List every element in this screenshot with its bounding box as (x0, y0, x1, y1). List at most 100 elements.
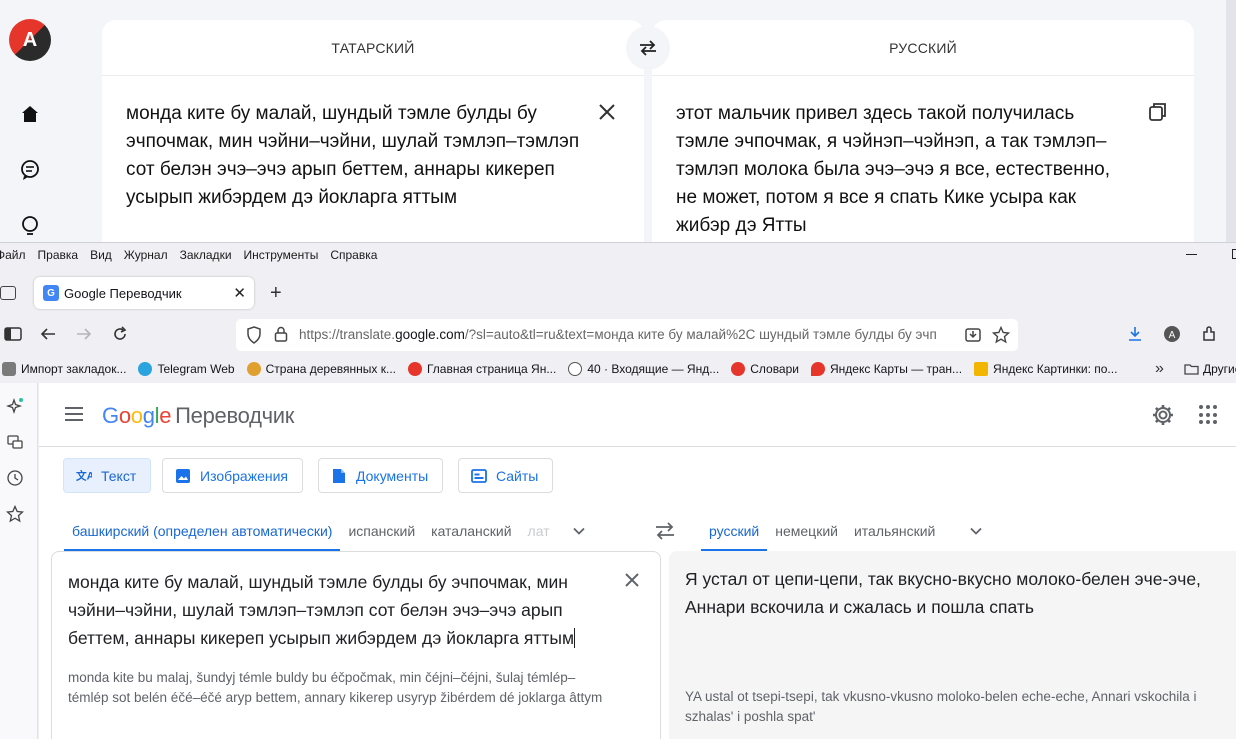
menu-help[interactable]: Справка (330, 248, 377, 262)
yandex-icon (731, 362, 746, 376)
translation-text[interactable]: Я устал от цепи-цепи, так вкусно-вкусно … (685, 565, 1225, 621)
clear-source-text-icon[interactable] (623, 571, 641, 589)
history-clock-icon[interactable] (6, 469, 24, 487)
yandex-target-language[interactable]: РУССКИЙ (652, 20, 1194, 76)
yandex-target-text: этот мальчик привел здесь такой получила… (676, 103, 1111, 236)
other-bookmarks-folder[interactable]: Другие (1184, 362, 1236, 376)
google-translate-logo[interactable]: Google Переводчик (102, 403, 294, 429)
map-pin-icon (811, 362, 825, 376)
swap-languages-icon[interactable] (653, 519, 677, 543)
menu-history[interactable]: Журнал (124, 248, 168, 262)
yandex-icon (407, 362, 422, 376)
menu-tools[interactable]: Инструменты (244, 248, 319, 262)
bookmark-import[interactable]: Импорт закладок... (2, 362, 126, 376)
bookmark-star-icon[interactable] (992, 326, 1010, 344)
yandex-translate-logo-icon[interactable]: A (9, 19, 51, 61)
mode-documents-button[interactable]: Документы (318, 458, 444, 493)
maximize-window-button[interactable] (1232, 249, 1236, 259)
bookmark-yandex-maps[interactable]: Яндекс Карты — тран... (811, 362, 962, 376)
page-action-icon[interactable] (964, 326, 982, 344)
yandex-source-text[interactable]: монда ките бу малай, шундый тэмле булды … (126, 100, 580, 212)
target-more-languages-chevron-down-icon[interactable] (969, 524, 983, 538)
menu-bar: Файл Правка Вид Журнал Закладки Инструме… (0, 243, 1236, 267)
source-more-languages-chevron-down-icon[interactable] (572, 524, 586, 538)
bookmark-dictionaries[interactable]: Словари (731, 362, 799, 376)
yandex-sidebar: A (0, 0, 62, 242)
tab-google-translate[interactable]: G Google Переводчик ✕ (34, 277, 254, 309)
bookmark-wooden-country[interactable]: Страна деревянных к... (246, 362, 396, 376)
menu-edit[interactable]: Правка (38, 248, 79, 262)
document-icon (331, 468, 347, 484)
google-wordmark: Google (102, 403, 172, 428)
translation-output-area: Я устал от цепи-цепи, так вкусно-вкусно … (669, 551, 1236, 739)
source-text-input[interactable]: монда ките бу малай, шундый тэмле булды … (68, 568, 608, 652)
product-name: Переводчик (175, 403, 295, 428)
site-favicon-icon (246, 362, 261, 376)
tab-overview-icon[interactable] (0, 286, 16, 300)
yandex-copy-icon[interactable] (1147, 101, 1169, 123)
downloads-icon[interactable] (1124, 323, 1146, 345)
sidebar-toggle-icon[interactable] (2, 323, 24, 345)
chat-icon[interactable] (18, 158, 42, 182)
menu-view[interactable]: Вид (90, 248, 112, 262)
target-language-bar: русский немецкий итальянский (700, 511, 983, 551)
minimize-window-button[interactable] (1186, 254, 1197, 255)
main-menu-icon[interactable] (65, 407, 83, 421)
bookmark-telegram[interactable]: Telegram Web (138, 362, 235, 376)
forward-icon[interactable] (73, 323, 95, 345)
yandex-clear-icon[interactable] (596, 101, 618, 123)
tab-bar: G Google Переводчик ✕ + (0, 273, 1236, 313)
bookmark-yandex-images[interactable]: Яндекс Картинки: по... (974, 362, 1117, 376)
tracking-protection-shield-icon[interactable] (246, 326, 262, 344)
source-lang-detected[interactable]: башкирский (определен автоматически) (63, 511, 341, 551)
gt-header: Google Переводчик (39, 383, 1236, 447)
lightbulb-icon[interactable] (18, 214, 42, 238)
website-icon (471, 468, 487, 484)
bookmark-yandex-mail[interactable]: 40 · Входящие — Янд... (568, 362, 719, 376)
source-lang-catalan[interactable]: каталанский (431, 511, 511, 551)
reload-icon[interactable] (109, 323, 131, 345)
firefox-window: Файл Правка Вид Журнал Закладки Инструме… (0, 242, 1236, 739)
tab-title: Google Переводчик (64, 285, 182, 301)
bookmark-yandex-home[interactable]: Главная страница Ян... (407, 362, 556, 376)
lock-icon[interactable] (274, 326, 288, 342)
mode-text-button[interactable]: 文A Текст (63, 458, 152, 493)
google-apps-icon[interactable] (1199, 405, 1219, 425)
firefox-sidebar (0, 383, 38, 739)
mode-websites-button[interactable]: Сайты (458, 458, 554, 493)
synced-tabs-icon[interactable] (6, 433, 24, 451)
more-bookmarks-icon[interactable]: » (1155, 360, 1164, 378)
yandex-source-panel: ТАТАРСКИЙ монда ките бу малай, шундый тэ… (102, 20, 644, 242)
menu-bookmarks[interactable]: Закладки (180, 248, 232, 262)
new-tab-icon[interactable]: + (270, 283, 282, 303)
source-lang-spanish[interactable]: испанский (348, 511, 415, 551)
account-avatar-icon[interactable]: A (1161, 323, 1183, 345)
back-icon[interactable] (37, 323, 59, 345)
target-lang-italian[interactable]: итальянский (854, 511, 935, 551)
bookmarks-star-icon[interactable] (6, 505, 24, 523)
source-lang-latin[interactable]: лат (528, 511, 550, 551)
translate-icon: 文A (76, 468, 92, 484)
url-bar[interactable]: https://translate.google.com/?sl=auto&tl… (236, 319, 1018, 351)
folder-icon (1184, 364, 1199, 375)
mode-images-button[interactable]: Изображения (162, 458, 303, 493)
telegram-icon (138, 362, 153, 376)
yandex-scrollbar[interactable] (1226, 0, 1236, 242)
source-text-area[interactable]: монда ките бу малай, шундый тэмле булды … (51, 551, 661, 739)
target-lang-russian[interactable]: русский (700, 511, 768, 551)
menu-file[interactable]: Файл (0, 248, 26, 262)
bookmarks-toolbar: Импорт закладок... Telegram Web Страна д… (0, 357, 1236, 381)
yandex-swap-languages-icon[interactable] (626, 26, 670, 70)
image-icon (175, 468, 191, 484)
svg-text:文A: 文A (76, 469, 92, 482)
yandex-target-panel: РУССКИЙ этот мальчик привел здесь такой … (652, 20, 1194, 242)
home-icon[interactable] (18, 102, 42, 126)
settings-gear-icon[interactable] (1151, 403, 1175, 427)
extensions-icon[interactable] (1198, 323, 1220, 345)
close-tab-icon[interactable]: ✕ (233, 284, 246, 302)
yandex-source-language[interactable]: ТАТАРСКИЙ (102, 20, 644, 76)
target-lang-german[interactable]: немецкий (775, 511, 838, 551)
svg-text:A: A (1169, 330, 1176, 341)
import-icon (2, 362, 16, 376)
ai-sparkle-icon[interactable] (6, 397, 24, 415)
